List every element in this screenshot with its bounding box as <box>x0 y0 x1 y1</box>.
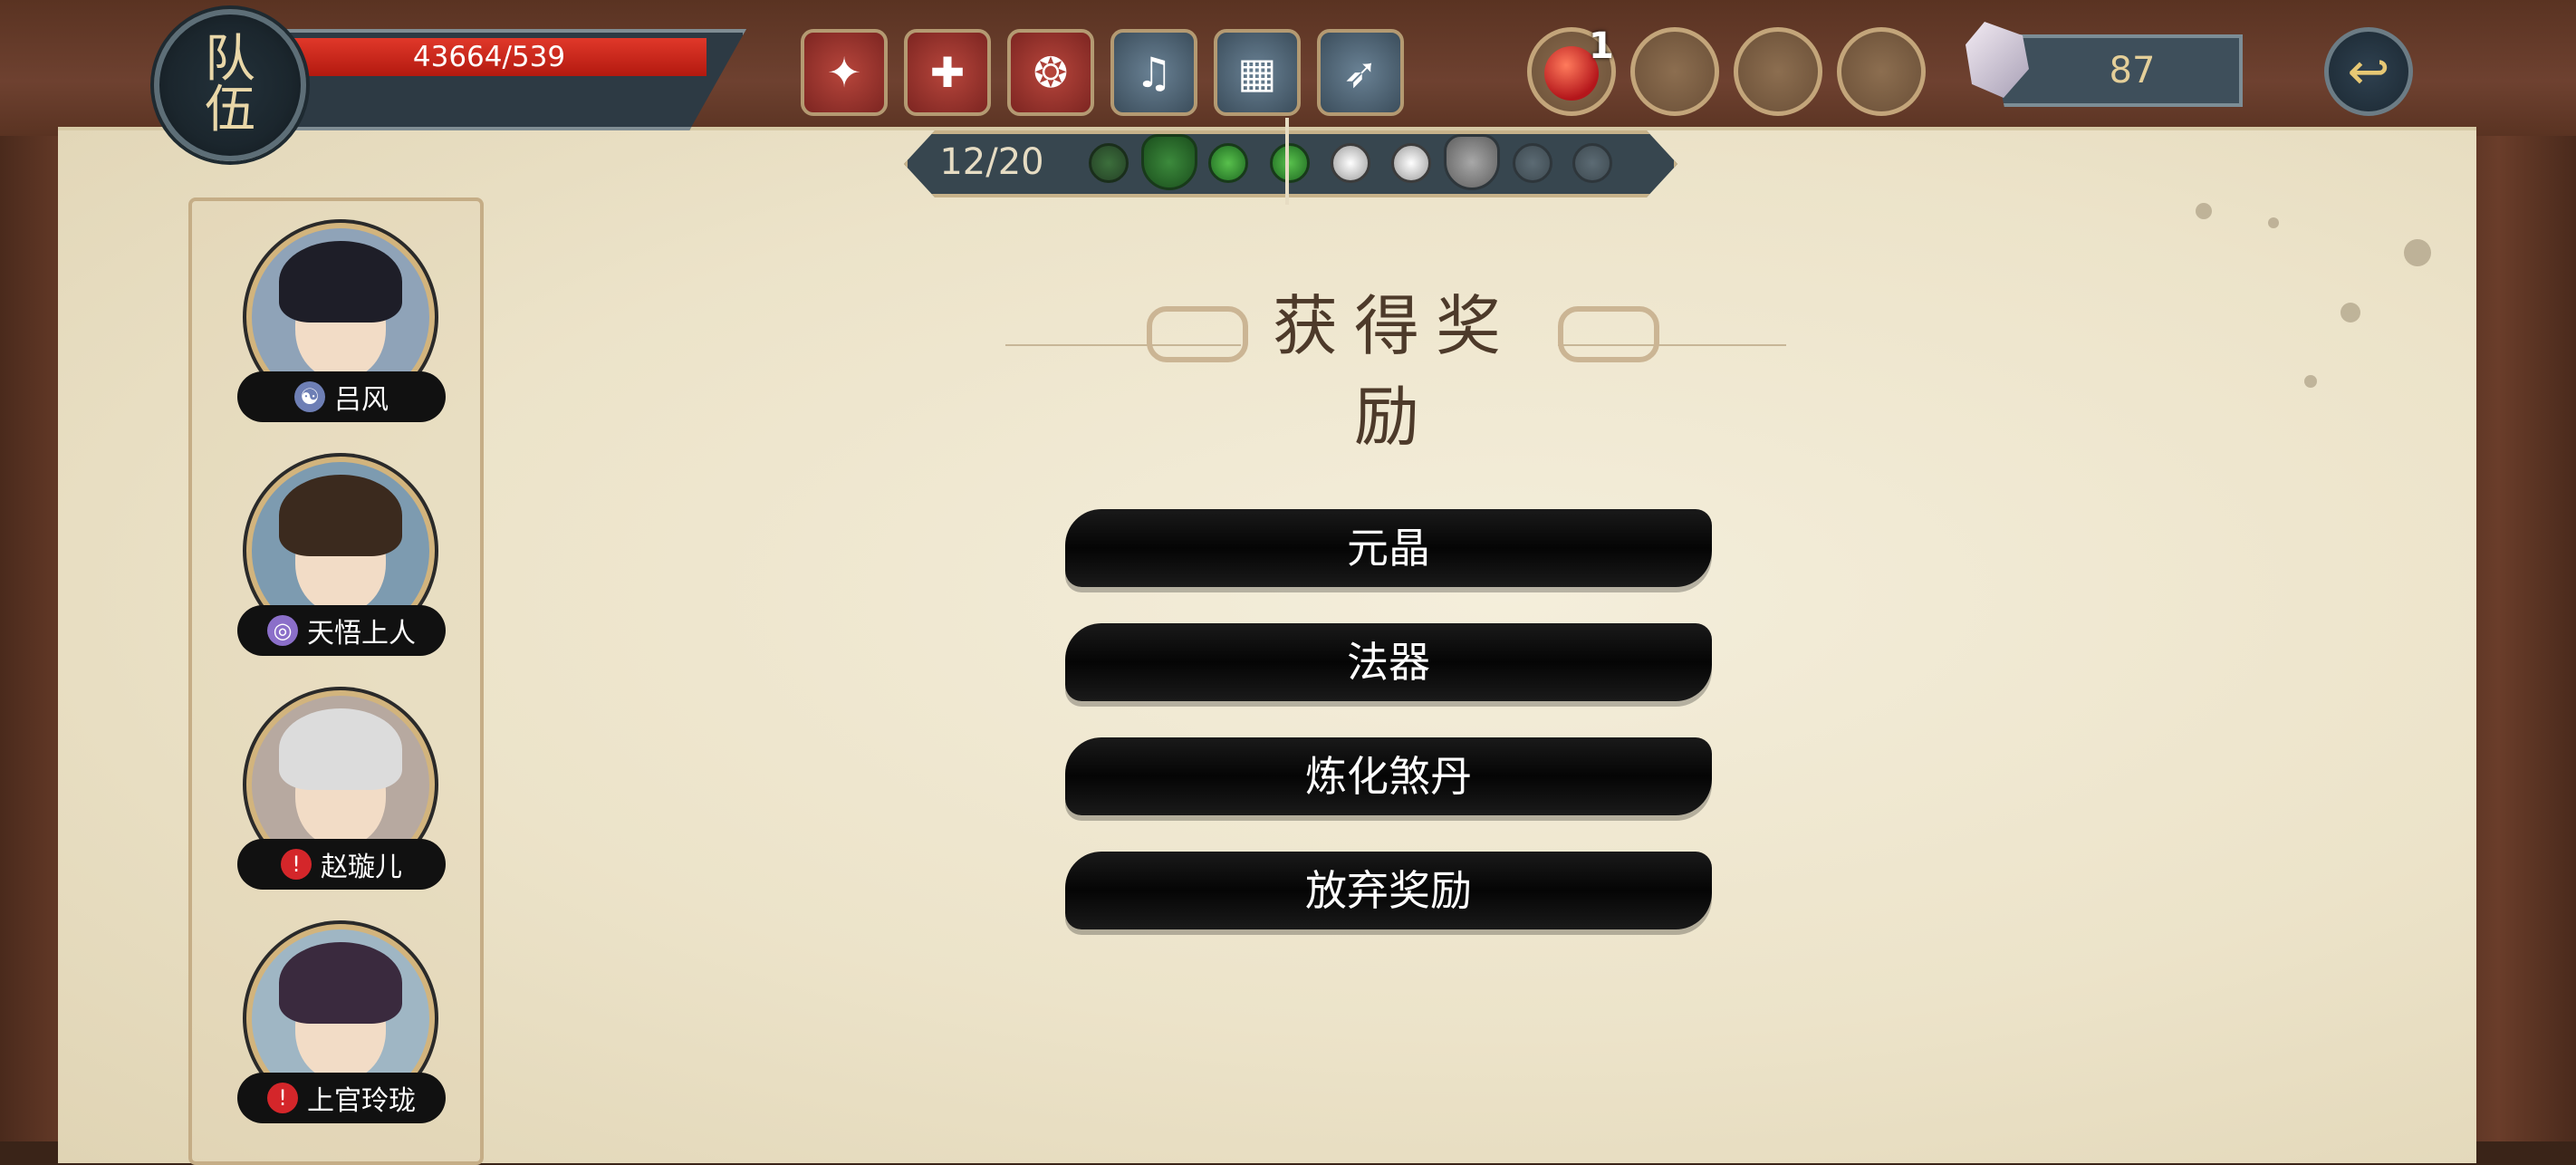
item-slot-3[interactable] <box>1734 27 1822 116</box>
title-swirl-icon <box>1147 306 1248 362</box>
avatar-hair <box>279 241 402 323</box>
progress-node <box>1391 143 1431 183</box>
element-icon: ☯ <box>294 381 325 412</box>
hp-bar: 43664/539 <box>272 29 746 130</box>
member-name: 吕风 <box>334 384 389 416</box>
element-icon: ! <box>267 1083 298 1113</box>
reward-option-faqi[interactable]: 法器 <box>1065 623 1712 701</box>
ink-spot <box>2268 217 2279 228</box>
skill-icon-2[interactable]: ✚ <box>904 29 991 116</box>
reward-option-abandon[interactable]: 放弃奖励 <box>1065 852 1712 929</box>
bird-icon[interactable]: ➶ <box>1317 29 1404 116</box>
party-panel: ☯ 吕风 ◎ 天悟上人 ! 赵璇儿 ! 上官玲珑 <box>188 197 484 1165</box>
back-button[interactable]: ↩ <box>2324 27 2413 116</box>
avatar-hair <box>279 475 402 556</box>
hp-text: 43664/539 <box>412 41 566 73</box>
name-plate: ◎ 天悟上人 <box>237 605 446 656</box>
ink-spot <box>2304 375 2317 388</box>
pagoda-icon[interactable]: ▦ <box>1214 29 1301 116</box>
progress-label: 12/20 <box>939 141 1044 183</box>
ink-spot <box>2341 303 2360 323</box>
progress-node <box>1208 143 1248 183</box>
avatar-hair <box>279 708 402 790</box>
return-arrow-icon: ↩ <box>2347 42 2390 101</box>
member-name: 上官玲珑 <box>307 1085 416 1117</box>
reward-option-yuanjing[interactable]: 元晶 <box>1065 509 1712 587</box>
element-icon: ◎ <box>267 615 298 646</box>
item-count: 1 <box>1589 25 1614 67</box>
name-plate: ☯ 吕风 <box>237 371 446 422</box>
reward-option-lianhua[interactable]: 炼化煞丹 <box>1065 737 1712 815</box>
progress-node <box>1089 143 1129 183</box>
member-name: 赵璇儿 <box>321 852 402 883</box>
boss-node-icon <box>1141 134 1197 190</box>
member-name: 天悟上人 <box>307 618 416 650</box>
name-plate: ! 赵璇儿 <box>237 839 446 890</box>
progress-marker <box>1285 118 1289 205</box>
item-slot-4[interactable] <box>1837 27 1926 116</box>
boss-node-icon <box>1444 134 1500 190</box>
progress-node <box>1513 143 1552 183</box>
ink-spot <box>2196 203 2212 219</box>
skill-bar: ✦ ✚ ❂ ♫ ▦ ➶ <box>801 29 1404 116</box>
reward-title: 获得奖励 <box>1272 288 1517 455</box>
ink-spot <box>2404 239 2431 266</box>
title-swirl-icon <box>1558 306 1659 362</box>
name-plate: ! 上官玲珑 <box>237 1073 446 1123</box>
progress-node-current <box>1270 143 1310 183</box>
crystal-count: 87 <box>2109 50 2156 91</box>
team-label: 队伍 <box>205 30 255 140</box>
avatar-hair <box>279 942 402 1024</box>
bell-icon[interactable]: ♫ <box>1110 29 1197 116</box>
progress-node <box>1572 143 1612 183</box>
skill-icon-3[interactable]: ❂ <box>1007 29 1094 116</box>
item-slot-2[interactable] <box>1630 27 1719 116</box>
element-icon: ! <box>281 849 312 880</box>
skill-icon-1[interactable]: ✦ <box>801 29 888 116</box>
team-button[interactable]: 队伍 <box>154 9 306 161</box>
progress-node <box>1331 143 1370 183</box>
